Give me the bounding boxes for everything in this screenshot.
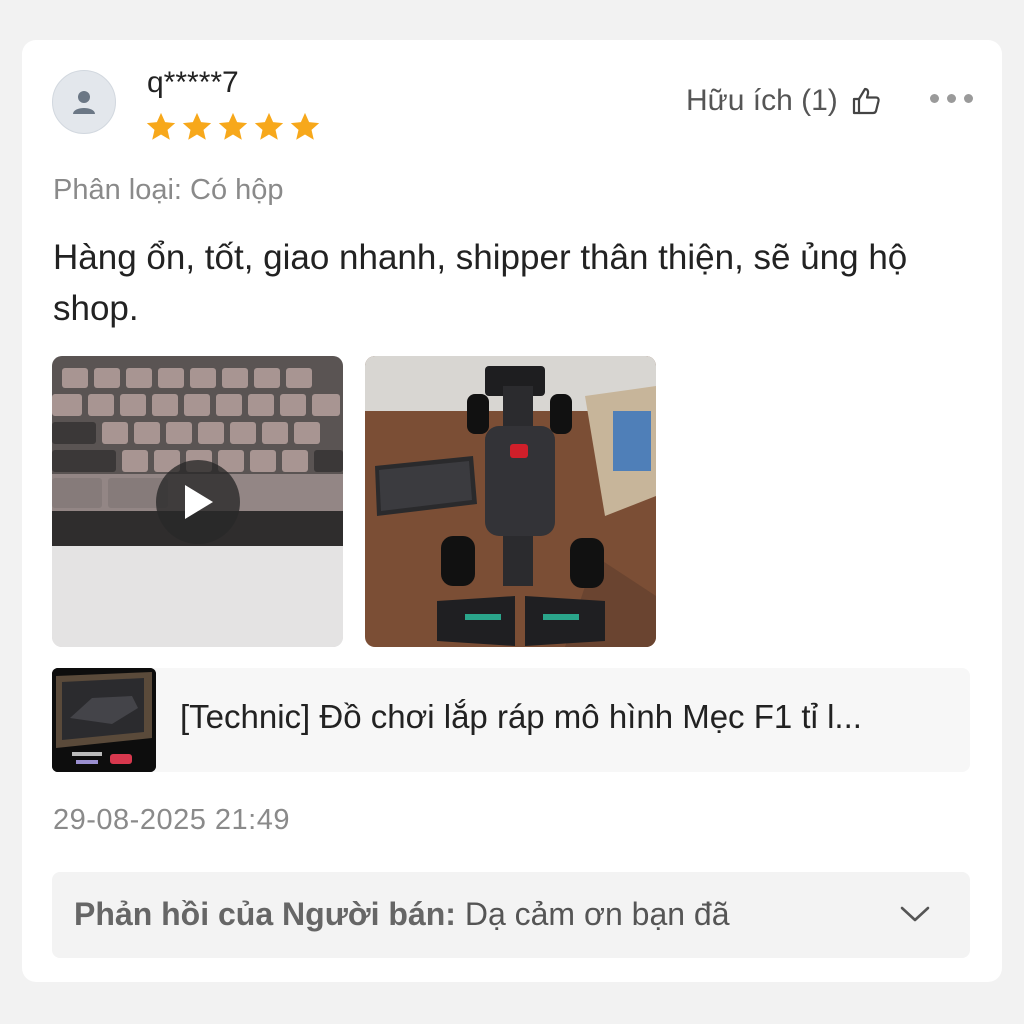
user-avatar-icon bbox=[73, 91, 95, 114]
seller-reply[interactable]: Phản hồi của Người bán: Dạ cảm ơn bạn đã bbox=[52, 872, 970, 958]
star-icon bbox=[146, 112, 176, 140]
helpful-button[interactable]: Hữu ích (1) bbox=[686, 84, 882, 118]
star-icon bbox=[218, 112, 248, 140]
play-icon bbox=[185, 485, 213, 519]
seller-reply-content: Phản hồi của Người bán: Dạ cảm ơn bạn đã bbox=[74, 896, 730, 933]
more-options-button[interactable] bbox=[930, 94, 973, 103]
product-name[interactable]: [Technic] Đồ chơi lắp ráp mô hình Mẹc F1… bbox=[180, 698, 960, 736]
review-video-thumbnail[interactable] bbox=[52, 356, 343, 647]
thumbs-up-icon bbox=[852, 87, 880, 115]
chevron-down-icon[interactable] bbox=[898, 902, 932, 926]
review-photo[interactable] bbox=[365, 356, 656, 647]
review-timestamp: 29-08-2025 21:49 bbox=[53, 804, 290, 836]
play-button[interactable] bbox=[156, 460, 240, 544]
reviewer-username: q*****7 bbox=[147, 66, 239, 99]
review-card: q*****7 Hữu ích (1) Phân loại: Có hộp Hà… bbox=[22, 40, 1002, 982]
helpful-label: Hữu ích (1) bbox=[686, 84, 838, 117]
seller-reply-label: Phản hồi của Người bán: bbox=[74, 896, 456, 932]
product-variant: Phân loại: Có hộp bbox=[53, 174, 284, 206]
product-link[interactable]: [Technic] Đồ chơi lắp ráp mô hình Mẹc F1… bbox=[52, 668, 970, 772]
star-icon bbox=[254, 112, 284, 140]
star-rating bbox=[144, 110, 322, 144]
review-text: Hàng ổn, tốt, giao nhanh, shipper thân t… bbox=[53, 238, 908, 328]
star-icon bbox=[290, 112, 320, 140]
seller-reply-text: Dạ cảm ơn bạn đã bbox=[455, 896, 730, 932]
product-thumbnail bbox=[52, 668, 156, 772]
star-icon bbox=[182, 112, 212, 140]
review-photo-image bbox=[365, 356, 656, 647]
product-thumbnail-image bbox=[52, 668, 156, 772]
more-horizontal-icon bbox=[930, 94, 939, 103]
user-avatar[interactable] bbox=[52, 70, 116, 134]
